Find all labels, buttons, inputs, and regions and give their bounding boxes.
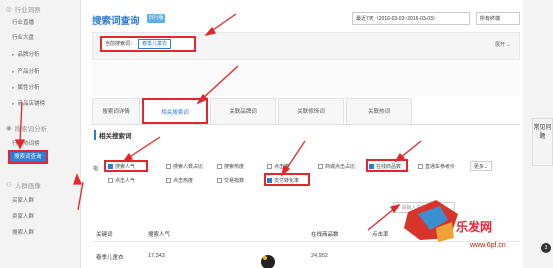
arrow-line bbox=[367, 207, 396, 231]
arrow-head bbox=[14, 139, 26, 150]
arrow-line bbox=[127, 136, 161, 159]
arrow-head bbox=[122, 152, 134, 163]
arrow-line bbox=[19, 101, 23, 143]
arrow-head bbox=[73, 173, 83, 185]
watermark-url: www.6pf.cn bbox=[470, 242, 506, 249]
arrow-line bbox=[399, 140, 422, 159]
watermark-text: 乐发网 bbox=[456, 220, 493, 234]
watermark-logo bbox=[261, 200, 458, 268]
mascot-icon bbox=[261, 255, 275, 268]
arrow-line bbox=[284, 140, 306, 172]
hot-badge[interactable]: 3 bbox=[541, 243, 551, 253]
arrow-line bbox=[201, 65, 239, 100]
arrow-line bbox=[209, 13, 237, 33]
arrow-line bbox=[77, 181, 84, 211]
